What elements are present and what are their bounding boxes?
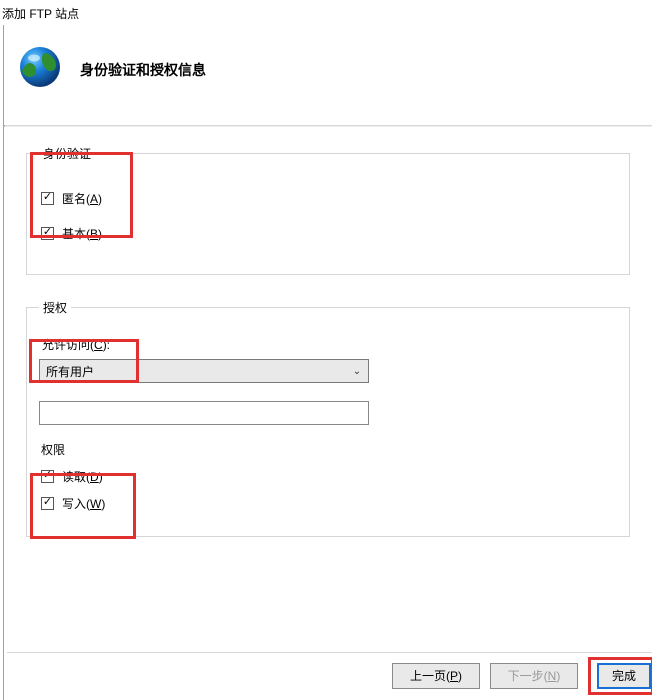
permissions-label: 权限 bbox=[41, 441, 617, 458]
checkbox-label: 写入(W) bbox=[62, 495, 105, 512]
checkbox-read[interactable]: 读取(D) bbox=[41, 468, 617, 485]
dialog-header: 身份验证和授权信息 bbox=[4, 25, 652, 125]
checkbox-label: 基本(B) bbox=[62, 225, 102, 242]
authz-legend: 授权 bbox=[39, 299, 71, 316]
allow-access-combo[interactable]: 所有用户 ⌄ bbox=[39, 359, 369, 383]
allow-access-label: 允许访问(C): bbox=[42, 336, 617, 353]
checkbox-label: 匿名(A) bbox=[62, 190, 102, 207]
authz-fieldset: 授权 允许访问(C): 所有用户 ⌄ 权限 读取(D) 写入(W) bbox=[26, 299, 630, 537]
window-title-text: 添加 FTP 站点 bbox=[2, 5, 79, 22]
authz-textbox[interactable] bbox=[39, 401, 369, 425]
checkbox-icon bbox=[41, 192, 54, 205]
window-title-bar: 添加 FTP 站点 bbox=[0, 0, 652, 24]
finish-button[interactable]: 完成 bbox=[597, 663, 651, 689]
checkbox-icon bbox=[41, 227, 54, 240]
checkbox-label: 读取(D) bbox=[62, 468, 103, 485]
checkbox-icon bbox=[41, 470, 54, 483]
auth-fieldset: 身份验证 匿名(A) 基本(B) bbox=[26, 145, 630, 275]
highlight-box: 完成 bbox=[588, 657, 652, 695]
combo-selected: 所有用户 bbox=[40, 360, 346, 383]
checkbox-write[interactable]: 写入(W) bbox=[41, 495, 617, 512]
next-button: 下一步(N) bbox=[490, 663, 578, 689]
content-area: 身份验证 匿名(A) 基本(B) 授权 允许访问(C): bbox=[4, 127, 652, 537]
checkbox-basic[interactable]: 基本(B) bbox=[41, 225, 617, 242]
checkbox-icon bbox=[41, 497, 54, 510]
dialog-body: 身份验证和授权信息 身份验证 匿名(A) 基本(B) 授权 bbox=[3, 25, 652, 700]
auth-legend: 身份验证 bbox=[39, 145, 95, 162]
chevron-down-icon: ⌄ bbox=[346, 360, 368, 382]
dialog-footer: 上一页(P) 下一步(N) 完成 bbox=[7, 652, 652, 700]
prev-button[interactable]: 上一页(P) bbox=[392, 663, 480, 689]
globe-icon bbox=[16, 43, 64, 91]
page-title: 身份验证和授权信息 bbox=[80, 60, 206, 80]
checkbox-anonymous[interactable]: 匿名(A) bbox=[41, 190, 617, 207]
